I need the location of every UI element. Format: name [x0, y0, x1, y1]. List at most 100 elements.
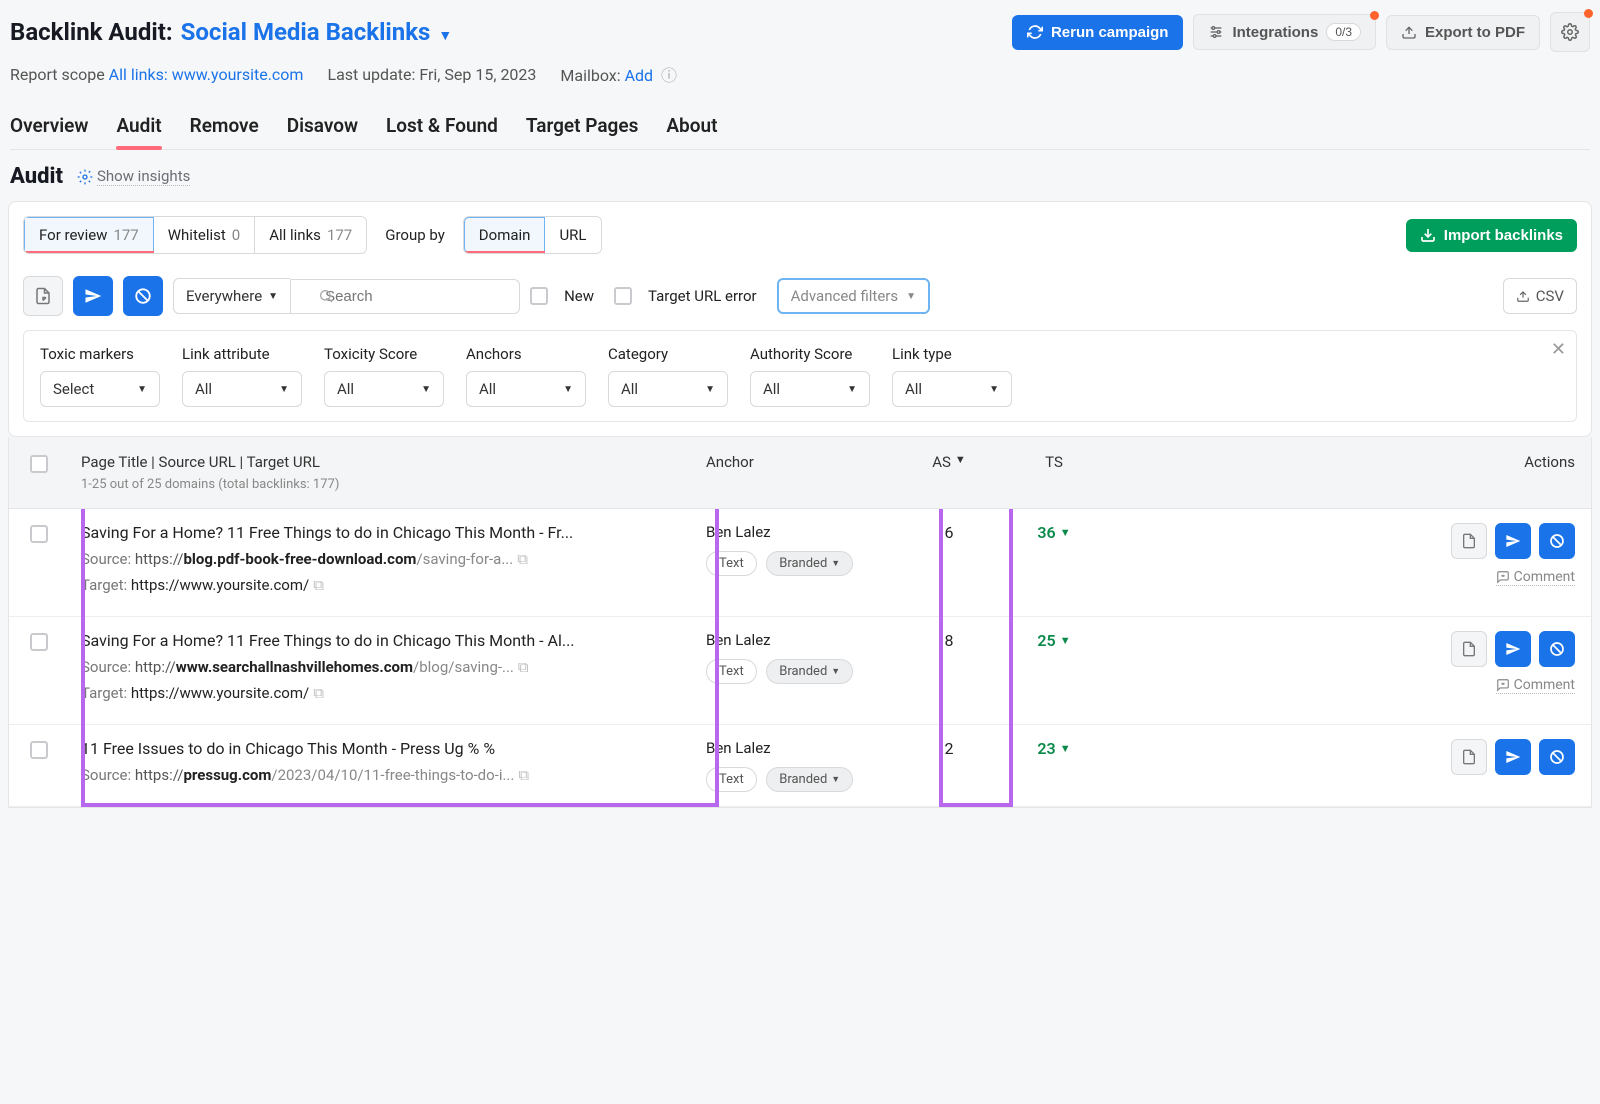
chevron-down-icon: ▼: [1060, 742, 1071, 755]
scope-site-link[interactable]: www.yoursite.com: [172, 65, 304, 84]
row-target-url[interactable]: Target: https://www.yoursite.com/⧉: [81, 684, 682, 702]
external-link-icon[interactable]: ⧉: [313, 576, 324, 594]
last-update-value: Fri, Sep 15, 2023: [419, 65, 536, 84]
send-action-button[interactable]: [73, 276, 113, 316]
row-block-button[interactable]: [1539, 523, 1575, 559]
file-export-icon: [1461, 641, 1477, 657]
integrations-button[interactable]: Integrations 0/3: [1193, 14, 1376, 50]
page-title-prefix: Backlink Audit:: [10, 18, 173, 46]
filter-select-authority-score[interactable]: All▼: [750, 371, 870, 407]
show-insights-link[interactable]: Show insights: [97, 167, 190, 186]
refresh-icon: [1027, 24, 1043, 40]
block-icon: [1549, 533, 1565, 549]
seg-url[interactable]: URL: [545, 217, 600, 253]
export-pdf-button[interactable]: Export to PDF: [1386, 15, 1540, 50]
tab-remove[interactable]: Remove: [190, 104, 259, 149]
filter-select-toxicity-score[interactable]: All▼: [324, 371, 444, 407]
table-row: Saving For a Home? 11 Free Things to do …: [9, 509, 1591, 617]
advanced-filters-button[interactable]: Advanced filters ▼: [777, 278, 930, 314]
seg-domain[interactable]: Domain: [463, 216, 547, 254]
row-ts-value[interactable]: 36 ▼: [994, 523, 1114, 542]
pill-branded[interactable]: Branded ▼: [766, 659, 853, 684]
row-export-button[interactable]: [1451, 523, 1487, 559]
filter-select-link-attribute[interactable]: All▼: [182, 371, 302, 407]
seg-for-review[interactable]: For review 177: [23, 216, 155, 254]
row-source-url[interactable]: Source: https://pressug.com/2023/04/10/1…: [81, 766, 682, 784]
tab-overview[interactable]: Overview: [10, 104, 88, 149]
row-send-button[interactable]: [1495, 739, 1531, 775]
external-link-icon[interactable]: ⧉: [517, 550, 528, 568]
row-block-button[interactable]: [1539, 739, 1575, 775]
pill-branded[interactable]: Branded ▼: [766, 551, 853, 576]
th-page-title: Page Title | Source URL | Target URL: [81, 453, 682, 471]
filter-select-link-type[interactable]: All▼: [892, 371, 1012, 407]
export-action-button[interactable]: [23, 276, 63, 316]
tab-lost-found[interactable]: Lost & Found: [386, 104, 498, 149]
checkbox-target-url-error[interactable]: [614, 287, 632, 305]
seg-whitelist[interactable]: Whitelist 0: [154, 217, 255, 253]
row-comment-link[interactable]: Comment: [1496, 677, 1575, 694]
filter-label-toxic: Toxic markers: [40, 345, 160, 363]
chevron-down-icon: ▼: [955, 453, 966, 466]
section-title: Audit: [10, 164, 63, 189]
filter-panel: ✕ Toxic markers Select▼ Link attribute A…: [23, 330, 1577, 422]
tab-target-pages[interactable]: Target Pages: [526, 104, 638, 149]
notification-dot-icon: [1370, 11, 1379, 20]
send-icon: [1505, 749, 1521, 765]
external-link-icon[interactable]: ⧉: [518, 658, 529, 676]
checkbox-row[interactable]: [30, 633, 48, 651]
import-backlinks-button[interactable]: Import backlinks: [1406, 219, 1577, 252]
row-anchor-text: Ben Lalez: [706, 631, 892, 649]
comment-icon: [1496, 678, 1510, 692]
th-anchor: Anchor: [694, 437, 904, 508]
checkbox-row[interactable]: [30, 525, 48, 543]
send-icon: [1505, 641, 1521, 657]
settings-button[interactable]: [1550, 12, 1590, 52]
pill-branded[interactable]: Branded ▼: [766, 767, 853, 792]
filter-label-authority-score: Authority Score: [750, 345, 870, 363]
tab-disavow[interactable]: Disavow: [287, 104, 358, 149]
tab-about[interactable]: About: [666, 104, 717, 149]
row-page-title[interactable]: 11 Free Issues to do in Chicago This Mon…: [81, 739, 682, 758]
row-send-button[interactable]: [1495, 631, 1531, 667]
row-export-button[interactable]: [1451, 631, 1487, 667]
filter-label-category: Category: [608, 345, 728, 363]
row-source-url[interactable]: Source: http://www.searchallnashvillehom…: [81, 658, 682, 676]
sliders-icon: [1208, 24, 1224, 40]
export-csv-button[interactable]: CSV: [1503, 278, 1577, 314]
seg-all-links[interactable]: All links 177: [255, 217, 366, 253]
search-scope-dropdown[interactable]: Everywhere ▼: [173, 278, 290, 314]
label-target-url-error: Target URL error: [648, 287, 757, 305]
external-link-icon[interactable]: ⧉: [518, 766, 529, 784]
campaign-name-link[interactable]: Social Media Backlinks ▼: [181, 18, 453, 46]
row-ts-value[interactable]: 25 ▼: [994, 631, 1114, 650]
row-send-button[interactable]: [1495, 523, 1531, 559]
scope-all-links-link[interactable]: All links:: [109, 65, 168, 84]
pill-text: Text: [706, 551, 757, 576]
row-page-title[interactable]: Saving For a Home? 11 Free Things to do …: [81, 523, 682, 542]
row-block-button[interactable]: [1539, 631, 1575, 667]
row-page-title[interactable]: Saving For a Home? 11 Free Things to do …: [81, 631, 682, 650]
filter-select-category[interactable]: All▼: [608, 371, 728, 407]
checkbox-row[interactable]: [30, 741, 48, 759]
checkbox-new[interactable]: [530, 287, 548, 305]
upload-icon: [1516, 289, 1530, 303]
chevron-down-icon: ▼: [1060, 526, 1071, 539]
row-ts-value[interactable]: 23 ▼: [994, 739, 1114, 758]
download-icon: [1420, 227, 1436, 243]
row-target-url[interactable]: Target: https://www.yoursite.com/⧉: [81, 576, 682, 594]
checkbox-select-all[interactable]: [30, 455, 48, 473]
external-link-icon[interactable]: ⧉: [313, 684, 324, 702]
mailbox-add-link[interactable]: Add: [625, 66, 653, 85]
info-icon[interactable]: ⓘ: [661, 66, 677, 85]
block-action-button[interactable]: [123, 276, 163, 316]
filter-select-toxic[interactable]: Select▼: [40, 371, 160, 407]
row-comment-link[interactable]: Comment: [1496, 569, 1575, 586]
close-icon[interactable]: ✕: [1551, 339, 1566, 360]
th-as[interactable]: AS ▼: [904, 437, 994, 508]
rerun-campaign-button[interactable]: Rerun campaign: [1012, 15, 1184, 50]
row-source-url[interactable]: Source: https://blog.pdf-book-free-downl…: [81, 550, 682, 568]
filter-select-anchors[interactable]: All▼: [466, 371, 586, 407]
row-export-button[interactable]: [1451, 739, 1487, 775]
tab-audit[interactable]: Audit: [116, 104, 161, 149]
